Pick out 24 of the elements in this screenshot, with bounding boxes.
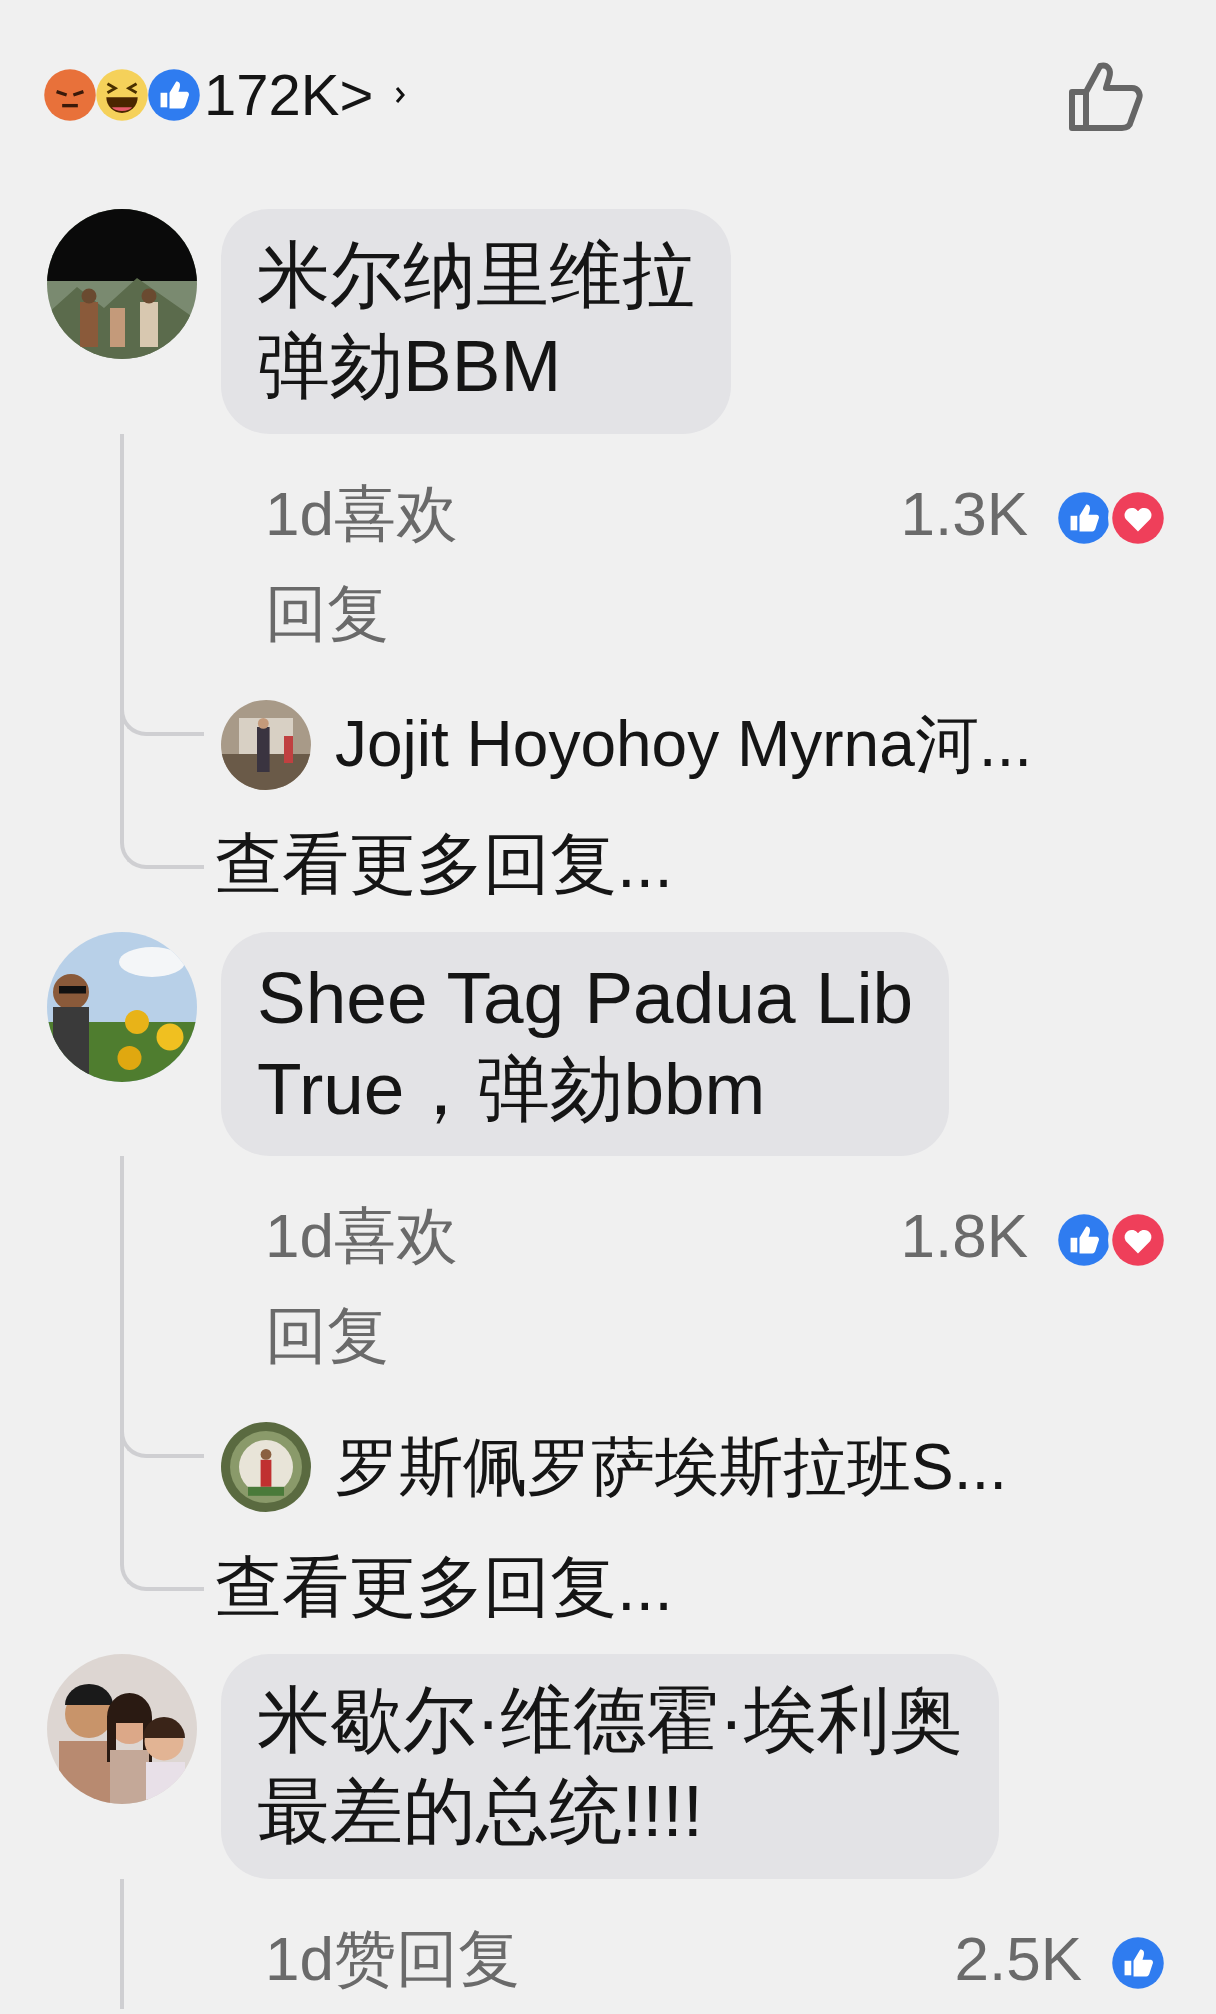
comment-bubble: 米尔纳里维拉 弹劾BBM [221, 209, 731, 434]
view-more-replies-link[interactable]: 查看更多回复... [215, 819, 673, 910]
comment-time: 1d [265, 1200, 334, 1272]
comment-bubble: 米歇尔·维德霍·埃利奥 最差的总统!!!! [221, 1654, 999, 1879]
like-link[interactable]: 喜欢 [333, 1186, 458, 1286]
reply-preview[interactable]: Jojit Hoyohoy Myrna河... [335, 701, 1033, 788]
reaction-count[interactable]: 1.3K [900, 463, 1028, 564]
reaction-count[interactable]: 1.8K [900, 1186, 1028, 1286]
comment-time: 1d [265, 1922, 334, 1995]
like-link[interactable]: 赞 [333, 1908, 396, 2009]
like-reaction-icon [146, 67, 202, 123]
reaction-count[interactable]: 172K> [204, 66, 374, 124]
reply-link[interactable]: 回复 [395, 1908, 520, 2009]
angry-reaction-icon [42, 67, 98, 123]
chevron-icon [395, 86, 406, 104]
like-link[interactable]: 喜欢 [333, 463, 458, 564]
comment-time: 1d [265, 477, 334, 550]
comment-bubble: Shee Tag Padua Lib True，弹劾bbm [221, 931, 950, 1156]
laughing-reaction-icon [94, 67, 150, 123]
reply-link[interactable]: 回复 [265, 1286, 389, 1386]
reply-link[interactable]: 回复 [265, 563, 389, 664]
view-more-replies-link[interactable]: 查看更多回复... [215, 1541, 673, 1633]
reply-preview[interactable]: 罗斯佩罗萨埃斯拉班S... [335, 1423, 1008, 1511]
reaction-count[interactable]: 2.5K [954, 1908, 1082, 2009]
